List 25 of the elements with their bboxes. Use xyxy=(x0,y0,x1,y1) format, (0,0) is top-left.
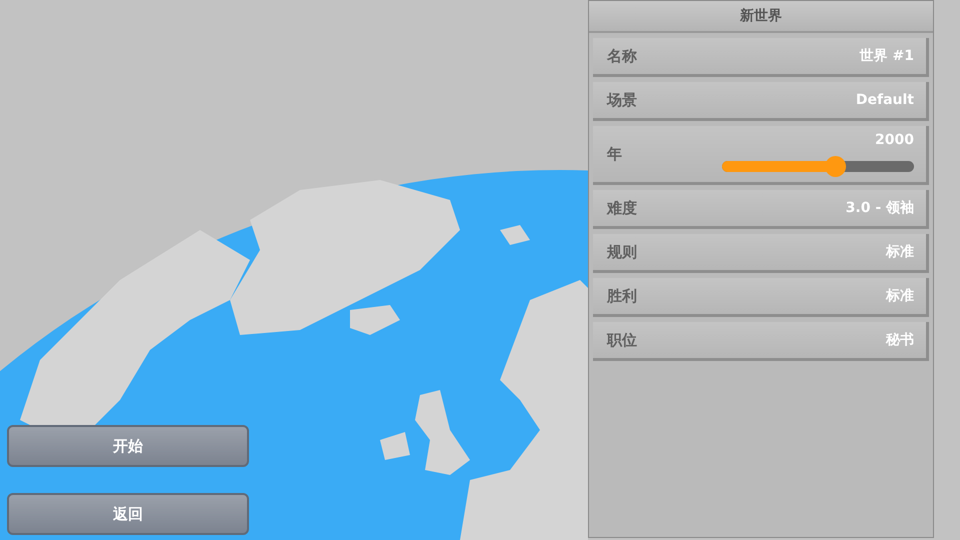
year-slider[interactable] xyxy=(722,156,914,176)
menu-button[interactable]: 开始 xyxy=(7,425,249,467)
setting-row[interactable]: 名称 世界 #1 xyxy=(593,38,929,77)
slider-thumb[interactable] xyxy=(825,156,846,176)
setting-row[interactable]: 胜利 标准 xyxy=(593,278,929,317)
setting-label: 职位 xyxy=(607,330,637,350)
setting-value: 标准 xyxy=(886,243,914,261)
setting-label: 场景 xyxy=(607,90,637,110)
setting-row[interactable]: 场景 Default xyxy=(593,82,929,121)
setting-row[interactable]: 规则 标准 xyxy=(593,234,929,273)
setting-value: Default xyxy=(856,92,914,108)
setting-label: 规则 xyxy=(607,242,637,262)
setting-row[interactable]: 职位 秘书 xyxy=(593,322,929,361)
setting-value: 标准 xyxy=(886,287,914,305)
setting-value: 3.0 - 领袖 xyxy=(846,199,914,217)
setting-label: 年 xyxy=(607,144,622,164)
panel-title: 新世界 xyxy=(589,1,933,33)
setting-label: 难度 xyxy=(607,198,637,218)
setting-label: 胜利 xyxy=(607,286,637,306)
setting-label: 名称 xyxy=(607,46,637,66)
setting-row[interactable]: 难度 3.0 - 领袖 xyxy=(593,190,929,229)
setting-value: 2000 xyxy=(875,132,914,148)
setting-value: 秘书 xyxy=(886,331,914,349)
setting-value: 世界 #1 xyxy=(860,47,914,65)
menu-button[interactable]: 返回 xyxy=(7,493,249,535)
